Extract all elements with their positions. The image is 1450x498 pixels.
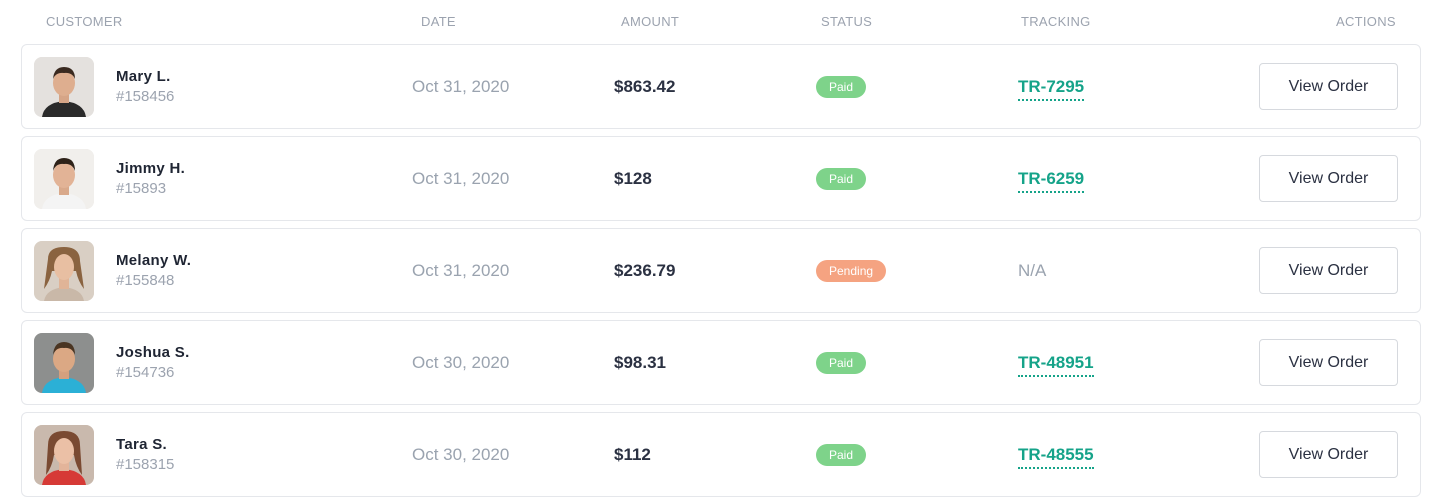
- view-order-button[interactable]: View Order: [1259, 339, 1398, 386]
- tracking-link[interactable]: TR-7295: [1018, 77, 1085, 101]
- status-badge: Paid: [816, 168, 867, 190]
- tracking-value: N/A: [1018, 261, 1047, 280]
- order-id: #15893: [116, 180, 167, 197]
- order-date: Oct 31, 2020: [412, 261, 510, 280]
- tracking-link[interactable]: TR-48951: [1018, 353, 1094, 377]
- view-order-button[interactable]: View Order: [1259, 63, 1398, 110]
- order-date: Oct 31, 2020: [412, 77, 510, 96]
- status-badge: Paid: [816, 76, 867, 98]
- tracking-link[interactable]: TR-6259: [1018, 169, 1085, 193]
- order-amount: $863.42: [614, 77, 676, 96]
- column-header-amount[interactable]: AMOUNT: [621, 14, 679, 29]
- order-amount: $236.79: [614, 261, 676, 280]
- avatar: [34, 333, 94, 393]
- customer-name: Melany W.: [116, 252, 192, 269]
- orders-table: CUSTOMER DATE AMOUNT STATUS TRACKING ACT…: [0, 0, 1450, 498]
- order-id: #158315: [116, 456, 175, 473]
- customer-name: Mary L.: [116, 68, 171, 85]
- column-header-status[interactable]: STATUS: [821, 14, 872, 29]
- view-order-button[interactable]: View Order: [1259, 155, 1398, 202]
- order-id: #158456: [116, 88, 175, 105]
- order-date: Oct 30, 2020: [412, 445, 510, 464]
- order-amount: $128: [614, 169, 652, 188]
- customer-name: Jimmy H.: [116, 160, 186, 177]
- view-order-button[interactable]: View Order: [1259, 431, 1398, 478]
- column-header-customer[interactable]: CUSTOMER: [46, 14, 123, 29]
- table-header: CUSTOMER DATE AMOUNT STATUS TRACKING ACT…: [0, 0, 1450, 44]
- avatar: [34, 57, 94, 117]
- table-row[interactable]: Tara S. #158315 Oct 30, 2020 $112 Paid T…: [21, 412, 1421, 497]
- status-badge: Pending: [816, 260, 887, 282]
- column-header-tracking[interactable]: TRACKING: [1021, 14, 1091, 29]
- order-date: Oct 30, 2020: [412, 353, 510, 372]
- status-badge: Paid: [816, 444, 867, 466]
- avatar: [34, 149, 94, 209]
- customer-name: Tara S.: [116, 436, 168, 453]
- view-order-button[interactable]: View Order: [1259, 247, 1398, 294]
- order-amount: $112: [614, 445, 651, 464]
- table-row[interactable]: Jimmy H. #15893 Oct 31, 2020 $128 Paid T…: [21, 136, 1421, 221]
- order-amount: $98.31: [614, 353, 666, 372]
- order-date: Oct 31, 2020: [412, 169, 510, 188]
- column-header-date[interactable]: DATE: [421, 14, 456, 29]
- order-id: #154736: [116, 364, 175, 381]
- column-header-actions: ACTIONS: [1336, 14, 1396, 29]
- tracking-link[interactable]: TR-48555: [1018, 445, 1094, 469]
- table-row[interactable]: Melany W. #155848 Oct 31, 2020 $236.79 P…: [21, 228, 1421, 313]
- avatar: [34, 241, 94, 301]
- avatar: [34, 425, 94, 485]
- order-id: #155848: [116, 272, 175, 289]
- table-row[interactable]: Mary L. #158456 Oct 31, 2020 $863.42 Pai…: [21, 44, 1421, 129]
- customer-name: Joshua S.: [116, 344, 190, 361]
- table-row[interactable]: Joshua S. #154736 Oct 30, 2020 $98.31 Pa…: [21, 320, 1421, 405]
- status-badge: Paid: [816, 352, 867, 374]
